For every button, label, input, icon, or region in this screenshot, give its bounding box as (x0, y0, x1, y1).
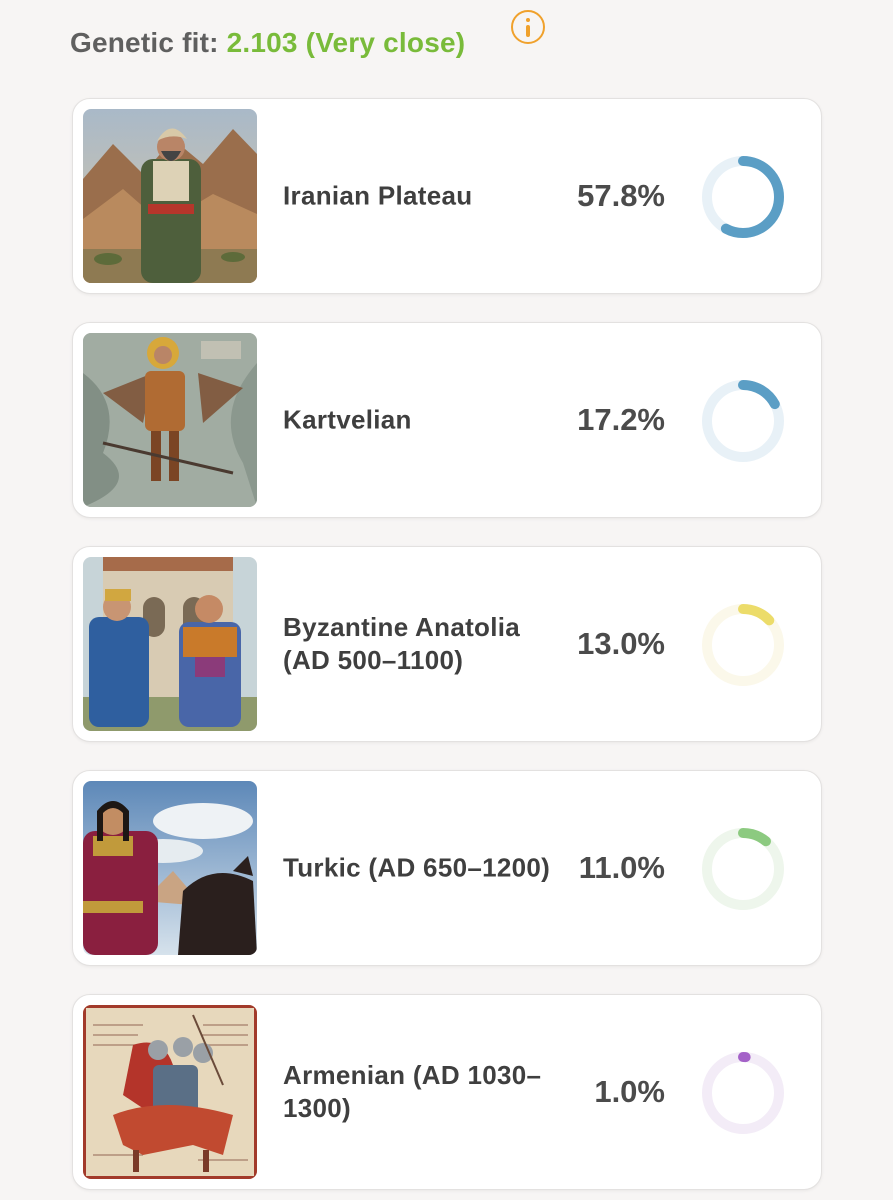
percentage-donut (702, 1052, 784, 1134)
population-name: Armenian (AD 1030–1300) (283, 1060, 542, 1123)
population-image (83, 557, 257, 731)
percentage-donut (702, 828, 784, 910)
ancestry-results-page: Genetic fit: 2.103 (Very close) Iranian … (0, 0, 893, 1200)
percentage-donut (702, 156, 784, 238)
population-card-kartvelian[interactable]: Kartvelian 17.2% (72, 322, 822, 518)
population-image (83, 333, 257, 507)
population-list: Iranian Plateau 57.8% Kartvelian 17.2% B… (72, 98, 822, 1200)
population-card-armenian[interactable]: Armenian (AD 1030–1300) 1.0% (72, 994, 822, 1190)
genetic-fit-value: 2.103 (Very close) (226, 27, 466, 58)
genetic-fit-label: Genetic fit: (70, 27, 219, 58)
population-name: Iranian Plateau (283, 180, 473, 211)
population-name: Turkic (AD 650–1200) (283, 852, 551, 883)
population-name: Kartvelian (283, 404, 412, 435)
population-card-iranian-plateau[interactable]: Iranian Plateau 57.8% (72, 98, 822, 294)
population-card-byzantine-anatolia[interactable]: Byzantine Anatolia (AD 500–1100) 13.0% (72, 546, 822, 742)
population-image (83, 109, 257, 283)
population-card-turkic[interactable]: Turkic (AD 650–1200) 11.0% (72, 770, 822, 966)
population-percent: 11.0% (578, 850, 665, 885)
percentage-donut (702, 380, 784, 462)
population-name: Byzantine Anatolia (AD 500–1100) (283, 612, 521, 675)
population-percent: 1.0% (594, 1074, 665, 1109)
info-icon[interactable] (511, 10, 545, 44)
population-image (83, 781, 257, 955)
population-percent: 13.0% (577, 626, 665, 661)
population-image (83, 1005, 257, 1179)
population-percent: 17.2% (577, 402, 665, 437)
percentage-donut (702, 604, 784, 686)
donut-track (702, 1052, 784, 1134)
population-percent: 57.8% (577, 178, 665, 213)
genetic-fit-heading: Genetic fit: 2.103 (Very close) (70, 27, 465, 59)
